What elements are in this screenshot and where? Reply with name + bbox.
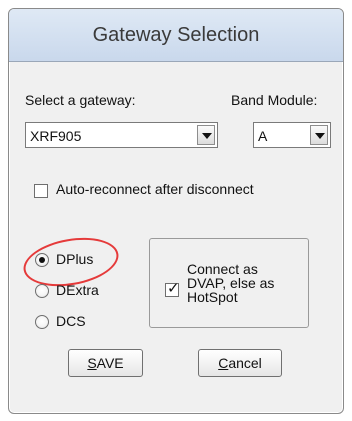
auto-reconnect-checkbox[interactable] — [34, 184, 48, 198]
band-module-label: Band Module: — [231, 92, 318, 108]
cancel-label-rest: ancel — [228, 355, 262, 371]
radio-dcs[interactable] — [35, 315, 49, 329]
radio-dplus-label: DPlus — [56, 251, 94, 267]
radio-dcs-label: DCS — [56, 313, 86, 329]
band-module-select[interactable]: A — [253, 122, 331, 148]
save-label-rest: AVE — [96, 355, 124, 371]
cancel-button[interactable]: Cancel — [198, 349, 282, 377]
connect-as-checkbox[interactable]: ✓ — [165, 280, 180, 297]
cancel-accelerator: C — [218, 355, 229, 371]
title-bar: Gateway Selection — [9, 9, 343, 62]
radio-dextra[interactable] — [35, 284, 49, 298]
gateway-select-value: XRF905 — [30, 128, 82, 144]
chevron-down-icon[interactable] — [310, 125, 328, 145]
gateway-select[interactable]: XRF905 — [25, 122, 218, 148]
connect-as-label: Connect as DVAP, else as HotSpot — [187, 261, 275, 305]
gateway-label: Select a gateway: — [25, 92, 136, 108]
save-accelerator: S — [87, 355, 97, 371]
band-module-select-value: A — [258, 128, 268, 144]
radio-dextra-label: DExtra — [56, 282, 99, 298]
radio-dplus[interactable] — [35, 253, 49, 267]
window-title: Gateway Selection — [92, 24, 260, 46]
gateway-selection-window: Gateway Selection Select a gateway: Band… — [8, 8, 344, 414]
save-button[interactable]: SAVE — [68, 349, 143, 377]
radio-selected-dot — [39, 257, 45, 263]
auto-reconnect-label: Auto-reconnect after disconnect — [56, 181, 254, 197]
check-icon: ✓ — [167, 280, 180, 297]
chevron-down-icon[interactable] — [197, 125, 215, 145]
